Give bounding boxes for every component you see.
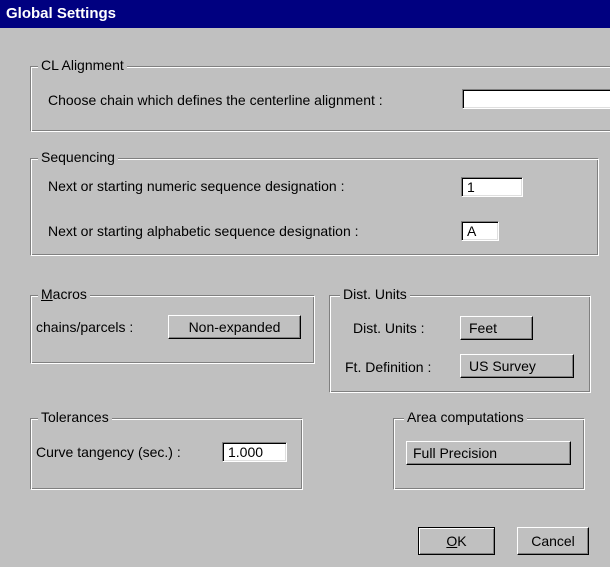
- window-title: Global Settings: [6, 5, 117, 22]
- ok-mnemonic: O: [446, 533, 458, 549]
- title-bar[interactable]: Global Settings: [0, 0, 610, 28]
- sequencing-legend: Sequencing: [38, 149, 118, 165]
- dist-units-legend: Dist. Units: [340, 286, 410, 302]
- tolerances-group: Tolerances Curve tangency (sec.) : 1.000: [30, 409, 303, 490]
- curve-tangency-label: Curve tangency (sec.) :: [36, 444, 181, 460]
- cl-alignment-group: CL Alignment Choose chain which defines …: [30, 57, 610, 132]
- ft-definition-label: Ft. Definition :: [345, 359, 432, 375]
- ok-label-rest: K: [457, 533, 467, 549]
- area-computations-group: Area computations Full Precision: [393, 409, 585, 490]
- alphabetic-sequence-input[interactable]: A: [461, 221, 499, 241]
- macros-legend-rest: acros: [52, 286, 87, 302]
- cl-alignment-legend: CL Alignment: [38, 57, 127, 73]
- alphabetic-sequence-label: Next or starting alphabetic sequence des…: [48, 223, 359, 239]
- dist-units-group: Dist. Units Dist. Units : Feet Ft. Defin…: [329, 286, 591, 393]
- area-precision-button[interactable]: Full Precision: [406, 441, 571, 465]
- dist-units-label: Dist. Units :: [353, 320, 425, 336]
- chains-parcels-button[interactable]: Non-expanded: [168, 315, 301, 339]
- tolerances-legend: Tolerances: [38, 409, 112, 425]
- area-computations-legend: Area computations: [404, 409, 527, 425]
- sequencing-group: Sequencing Next or starting numeric sequ…: [30, 149, 599, 256]
- numeric-sequence-label: Next or starting numeric sequence design…: [48, 178, 345, 194]
- ft-definition-button[interactable]: US Survey: [460, 354, 574, 378]
- global-settings-dialog: Global Settings CL Alignment Choose chai…: [0, 0, 610, 567]
- macros-group: Macros chains/parcels : Non-expanded: [30, 286, 315, 364]
- cancel-button[interactable]: Cancel: [517, 527, 589, 555]
- chains-parcels-label: chains/parcels :: [36, 319, 134, 335]
- ok-button[interactable]: OK: [418, 527, 495, 555]
- cl-alignment-label: Choose chain which defines the centerlin…: [48, 92, 383, 108]
- curve-tangency-input[interactable]: 1.000: [222, 442, 287, 462]
- centerline-chain-input[interactable]: [462, 89, 610, 109]
- numeric-sequence-input[interactable]: 1: [461, 177, 523, 197]
- dist-units-button[interactable]: Feet: [460, 316, 533, 340]
- macros-legend: Macros: [38, 286, 90, 302]
- macros-legend-mnemonic: M: [41, 286, 53, 302]
